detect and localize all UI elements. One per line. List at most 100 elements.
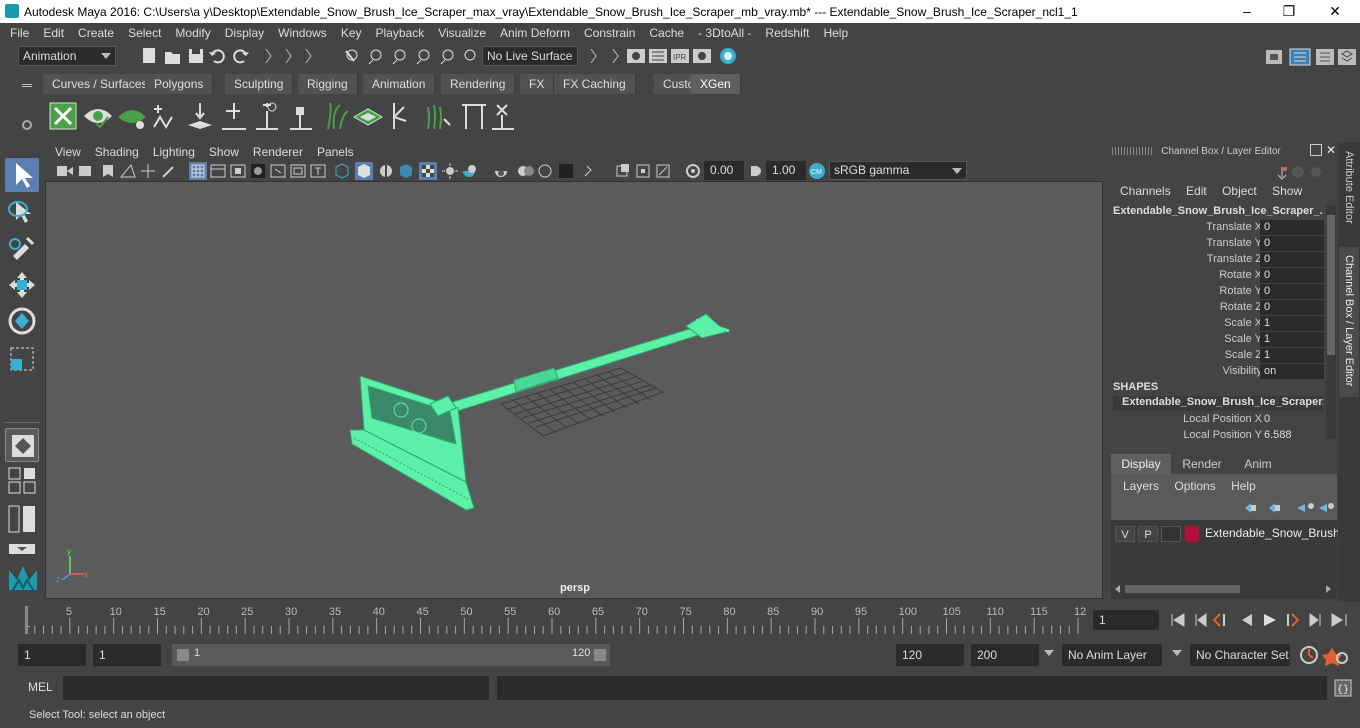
- graph-layout-button[interactable]: [5, 542, 39, 556]
- menu-cache[interactable]: Cache: [642, 23, 691, 43]
- object-name[interactable]: Extendable_Snow_Brush_Ice_Scraper_...: [1113, 205, 1323, 217]
- select-tool-button[interactable]: [5, 158, 39, 192]
- script-editor-icon[interactable]: {}: [1334, 679, 1352, 697]
- time-slider[interactable]: 5 10 15 20 25 30 35 40 45 50 55 60 65 70 75 80 85 90 95 100…: [0, 604, 1360, 636]
- scene-end-field[interactable]: 200: [971, 644, 1039, 666]
- channel-box-view-icons[interactable]: [1276, 163, 1326, 181]
- viewport-menu-shading[interactable]: Shading: [88, 143, 146, 161]
- layer-hscrollbar[interactable]: [1115, 584, 1331, 594]
- tab-rigging[interactable]: Rigging: [298, 74, 358, 94]
- shape-channel-row[interactable]: Local Position X0: [1104, 412, 1324, 428]
- menu-edit[interactable]: Edit: [36, 23, 71, 43]
- maya-home-icon[interactable]: [5, 562, 39, 596]
- viewport-scene[interactable]: y x z: [46, 182, 1102, 598]
- tab-animation[interactable]: Animation: [363, 74, 436, 94]
- viewport-menu-panels[interactable]: Panels: [310, 143, 361, 161]
- single-perspective-layout-button[interactable]: [5, 428, 39, 462]
- paint-select-tool-button[interactable]: [5, 230, 39, 264]
- tab-display[interactable]: Display: [1111, 454, 1171, 474]
- persp-viewport[interactable]: y x z persp: [45, 181, 1103, 599]
- tab-channel-box[interactable]: Channel Box / Layer Editor: [1339, 247, 1359, 397]
- menu-anim-deform[interactable]: Anim Deform: [493, 23, 577, 43]
- channel-row[interactable]: Rotate X0: [1104, 268, 1324, 284]
- layer-name[interactable]: Extendable_Snow_Brush: [1205, 526, 1340, 540]
- menu-file[interactable]: File: [3, 23, 36, 43]
- four-view-layout-button[interactable]: [5, 466, 39, 494]
- shape-name[interactable]: Extendable_Snow_Brush_Ice_Scraper...: [1113, 396, 1323, 411]
- tab-anim[interactable]: Anim: [1232, 454, 1284, 474]
- menu-create[interactable]: Create: [71, 23, 121, 43]
- channel-row[interactable]: Translate Z0: [1104, 252, 1324, 268]
- menu-visualize[interactable]: Visualize: [431, 23, 493, 43]
- range-slider-start-handle[interactable]: [177, 649, 189, 661]
- maximize-button[interactable]: ❐: [1274, 2, 1304, 22]
- show-menu[interactable]: Show: [1266, 184, 1308, 198]
- time-ruler[interactable]: 5 10 15 20 25 30 35 40 45 50 55 60 65 70 75 80 85 90 95 100…: [20, 604, 1086, 634]
- channel-row[interactable]: Translate Y0: [1104, 236, 1324, 252]
- character-set-caret-icon[interactable]: [1172, 650, 1182, 656]
- playback-controls[interactable]: [1166, 610, 1360, 630]
- shape-channel-row[interactable]: Local Position Y 6.588: [1104, 428, 1324, 444]
- menu-3dtoall[interactable]: - 3DtoAll -: [691, 23, 758, 43]
- anim-prefs-icons[interactable]: [1298, 644, 1360, 666]
- current-frame-field[interactable]: 1: [1093, 610, 1159, 630]
- tab-rendering[interactable]: Rendering: [441, 74, 516, 94]
- viewport-menu-renderer[interactable]: Renderer: [246, 143, 310, 161]
- scale-tool-button[interactable]: [5, 342, 39, 376]
- command-language-label[interactable]: MEL: [28, 680, 53, 694]
- character-set-field[interactable]: No Character Set: [1190, 644, 1290, 666]
- menu-key[interactable]: Key: [334, 23, 369, 43]
- command-input[interactable]: [63, 676, 489, 700]
- tab-render[interactable]: Render: [1174, 454, 1230, 474]
- tab-attribute-editor[interactable]: Attribute Editor: [1340, 151, 1358, 241]
- move-tool-button[interactable]: [5, 268, 39, 302]
- outliner-layout-button[interactable]: [5, 504, 39, 534]
- live-surface-field[interactable]: No Live Surface: [482, 46, 578, 66]
- workspace-icons[interactable]: [1262, 46, 1360, 68]
- menuset-dropdown[interactable]: Animation: [18, 46, 116, 66]
- minimize-button[interactable]: –: [1232, 2, 1262, 22]
- viewport-menu-view[interactable]: View: [48, 143, 88, 161]
- viewport-panel-icons[interactable]: [53, 162, 703, 180]
- current-time-marker[interactable]: [25, 606, 28, 634]
- channels-menu[interactable]: Channels: [1120, 184, 1177, 198]
- help-menu[interactable]: Help: [1225, 478, 1262, 494]
- menu-windows[interactable]: Windows: [271, 23, 334, 43]
- menu-redshift[interactable]: Redshift: [758, 23, 816, 43]
- anim-layer-caret-icon[interactable]: [1044, 650, 1054, 656]
- file-tools-icons[interactable]: [138, 46, 478, 68]
- tab-xgen[interactable]: XGen: [691, 74, 741, 94]
- menu-display[interactable]: Display: [218, 23, 271, 43]
- close-panel-button[interactable]: ✕: [1326, 143, 1338, 157]
- float-panel-button[interactable]: [1310, 144, 1322, 156]
- channel-row[interactable]: Scale Z1: [1104, 348, 1324, 364]
- menu-playback[interactable]: Playback: [369, 23, 432, 43]
- layer-playback-toggle[interactable]: P: [1138, 526, 1158, 542]
- playback-end-field[interactable]: 120: [896, 644, 964, 666]
- tab-sculpting[interactable]: Sculpting: [225, 74, 294, 94]
- color-management-icon[interactable]: CM: [808, 162, 826, 180]
- xgen-shelf-icons[interactable]: [42, 97, 542, 135]
- menu-constrain[interactable]: Constrain: [577, 23, 642, 43]
- layer-color-swatch[interactable]: [1185, 526, 1199, 542]
- options-menu[interactable]: Options: [1168, 478, 1221, 494]
- snow-brush-model[interactable]: [349, 313, 730, 511]
- channel-row[interactable]: Visibility on: [1104, 364, 1324, 380]
- render-tools-icons[interactable]: IPR: [585, 46, 745, 68]
- lasso-tool-button[interactable]: [5, 195, 39, 229]
- close-button[interactable]: ✕: [1320, 2, 1350, 22]
- channel-row[interactable]: Scale X1: [1104, 316, 1324, 332]
- channel-row[interactable]: Translate X0: [1104, 220, 1324, 236]
- scene-start-field[interactable]: 1: [18, 644, 86, 666]
- object-menu[interactable]: Object: [1216, 184, 1263, 198]
- colorspace-dropdown[interactable]: sRGB gamma: [829, 161, 967, 180]
- channel-row[interactable]: Rotate Z0: [1104, 300, 1324, 316]
- menu-select[interactable]: Select: [121, 23, 168, 43]
- menu-modify[interactable]: Modify: [168, 23, 217, 43]
- channel-row[interactable]: Scale Y1: [1104, 332, 1324, 348]
- layer-action-icons[interactable]: [1239, 500, 1335, 516]
- layer-type-toggle[interactable]: [1161, 526, 1181, 542]
- layer-row[interactable]: V P Extendable_Snow_Brush: [1111, 524, 1340, 544]
- exposure-field[interactable]: 0.00: [704, 161, 744, 180]
- gamma-field[interactable]: 1.00: [766, 161, 806, 180]
